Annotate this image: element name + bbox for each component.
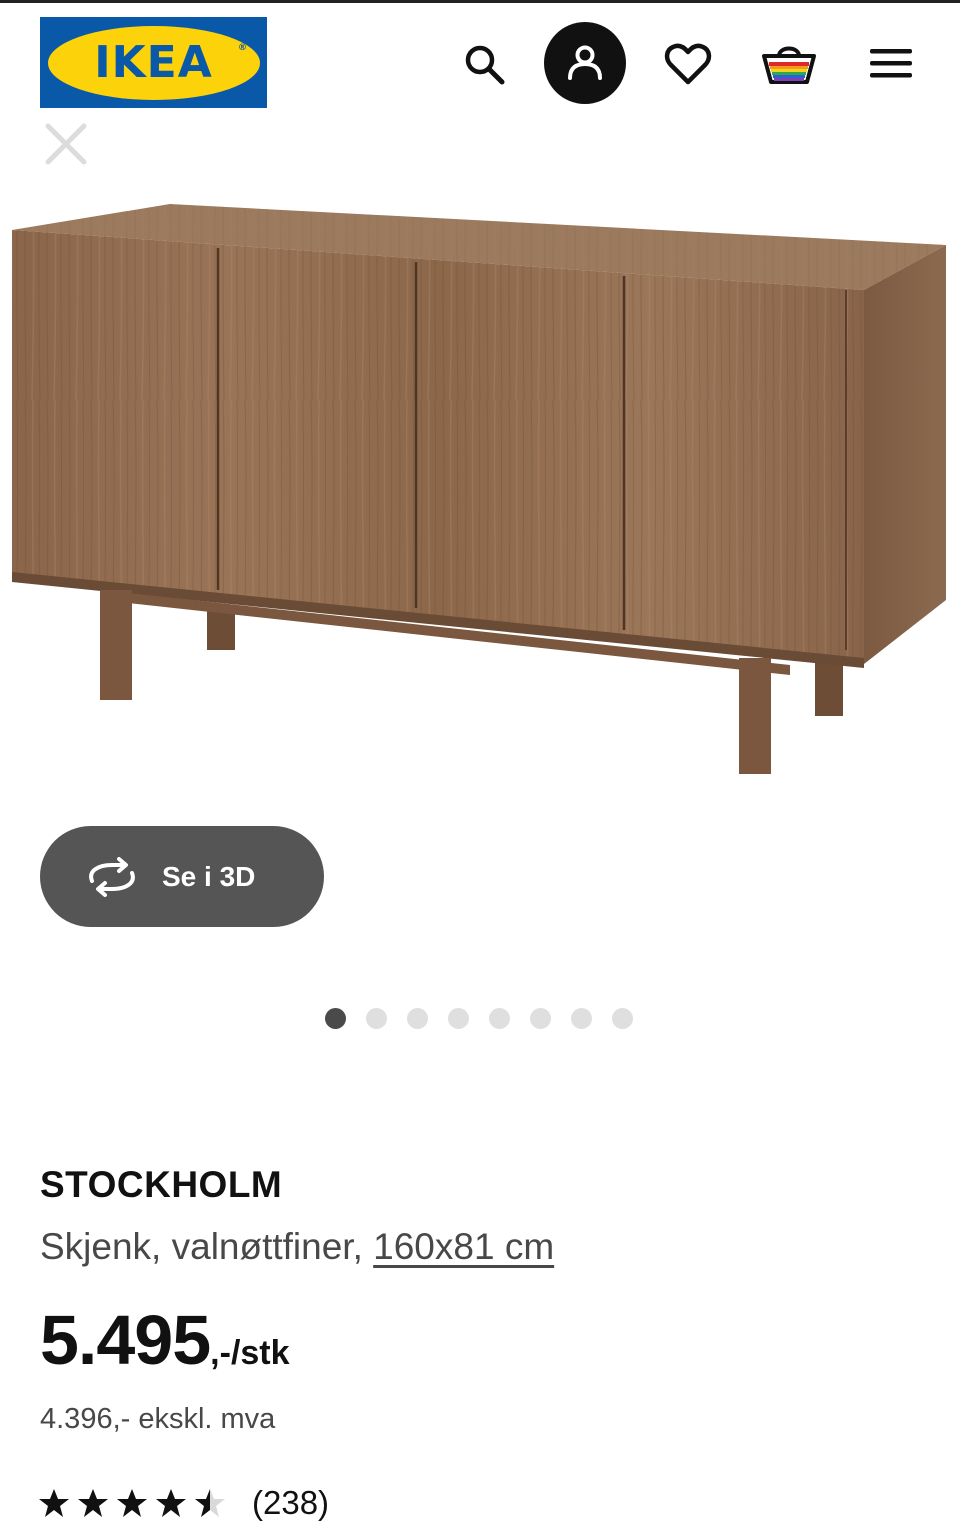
account-icon[interactable] — [544, 22, 626, 104]
ikea-logo[interactable]: IKEA ® — [40, 17, 267, 108]
carousel-dot[interactable] — [366, 1008, 387, 1029]
star-icon — [117, 1489, 147, 1517]
price: 5.495,-/stk — [40, 1300, 290, 1380]
product-description: Skjenk, valnøttfiner, 160x81 cm — [40, 1226, 554, 1268]
logo-oval: IKEA — [47, 25, 260, 100]
product-dimensions-link[interactable]: 160x81 cm — [373, 1226, 554, 1267]
close-icon[interactable] — [44, 122, 88, 166]
star-icon — [78, 1489, 108, 1517]
product-name: STOCKHOLM — [40, 1164, 283, 1205]
menu-icon[interactable] — [864, 38, 918, 88]
carousel-dot[interactable] — [325, 1008, 346, 1029]
leg-front-left — [100, 590, 132, 700]
rating-stars — [38, 1487, 226, 1519]
leg-front-right — [739, 658, 771, 774]
heart-icon[interactable] — [660, 36, 716, 92]
logo-text: IKEA — [94, 37, 213, 88]
top-border — [0, 0, 960, 3]
view-3d-button[interactable]: Se i 3D — [40, 826, 324, 927]
rotate-3d-icon — [84, 856, 140, 897]
product-type: Skjenk, valnøttfiner, — [40, 1226, 363, 1267]
cabinet-side — [864, 245, 946, 664]
carousel-dot[interactable] — [448, 1008, 469, 1029]
basket-icon[interactable] — [758, 34, 820, 94]
product-image[interactable] — [0, 190, 960, 790]
star-icon — [195, 1489, 225, 1517]
carousel-dot[interactable] — [407, 1008, 428, 1029]
carousel-dot[interactable] — [489, 1008, 510, 1029]
registered-mark: ® — [238, 43, 247, 53]
review-count[interactable]: (238) — [252, 1484, 329, 1522]
price-excl-vat: 4.396,- ekskl. mva — [40, 1403, 276, 1435]
star-icon — [39, 1489, 69, 1517]
price-suffix: ,-/stk — [210, 1334, 290, 1372]
carousel-dots — [325, 1008, 633, 1029]
star-icon — [156, 1489, 186, 1517]
view-3d-label: Se i 3D — [162, 860, 256, 892]
search-icon[interactable] — [456, 36, 512, 92]
carousel-dot[interactable] — [612, 1008, 633, 1029]
rating[interactable]: (238) — [38, 1484, 329, 1522]
carousel-dot[interactable] — [530, 1008, 551, 1029]
price-main: 5.495 — [40, 1301, 211, 1379]
carousel-dot[interactable] — [571, 1008, 592, 1029]
